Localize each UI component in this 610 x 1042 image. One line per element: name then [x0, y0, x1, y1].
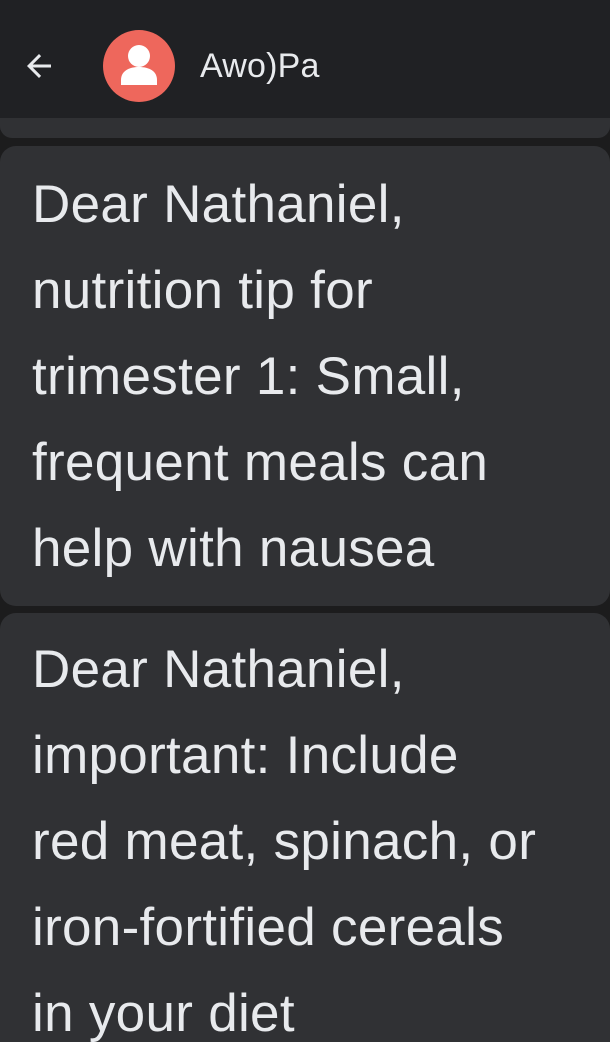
contact-name: Awo)Pa: [200, 47, 320, 85]
message-line: Dear Nathaniel,: [32, 640, 405, 699]
message-line: frequent meals can: [32, 433, 489, 492]
message-text: Dear Nathaniel, important: Include red m…: [32, 627, 590, 1042]
message-text: Dear Nathaniel, nutrition tip for trimes…: [32, 162, 590, 592]
arrow-left-icon: [27, 54, 51, 78]
message-bubble[interactable]: Dear Nathaniel, important: Include red m…: [0, 613, 610, 1042]
conversation-screen: Awo)Pa Dear Nathaniel, nutrition tip for…: [0, 0, 610, 1042]
previous-message-bubble: [0, 118, 610, 138]
message-line: trimester 1: Small,: [32, 347, 465, 406]
message-line: important: Include: [32, 726, 459, 785]
message-line: in your diet: [32, 984, 295, 1042]
back-button[interactable]: [14, 41, 64, 91]
message-line: Dear Nathaniel,: [32, 175, 405, 234]
message-line: red meat, spinach, or: [32, 812, 537, 871]
message-line: help with nausea: [32, 519, 435, 578]
message-line: nutrition tip for: [32, 261, 373, 320]
avatar[interactable]: [103, 30, 175, 102]
message-line: iron-fortified cereals: [32, 898, 505, 957]
message-bubble[interactable]: Dear Nathaniel, nutrition tip for trimes…: [0, 146, 610, 606]
conversation-header: Awo)Pa: [0, 0, 610, 130]
person-icon: [121, 45, 157, 85]
